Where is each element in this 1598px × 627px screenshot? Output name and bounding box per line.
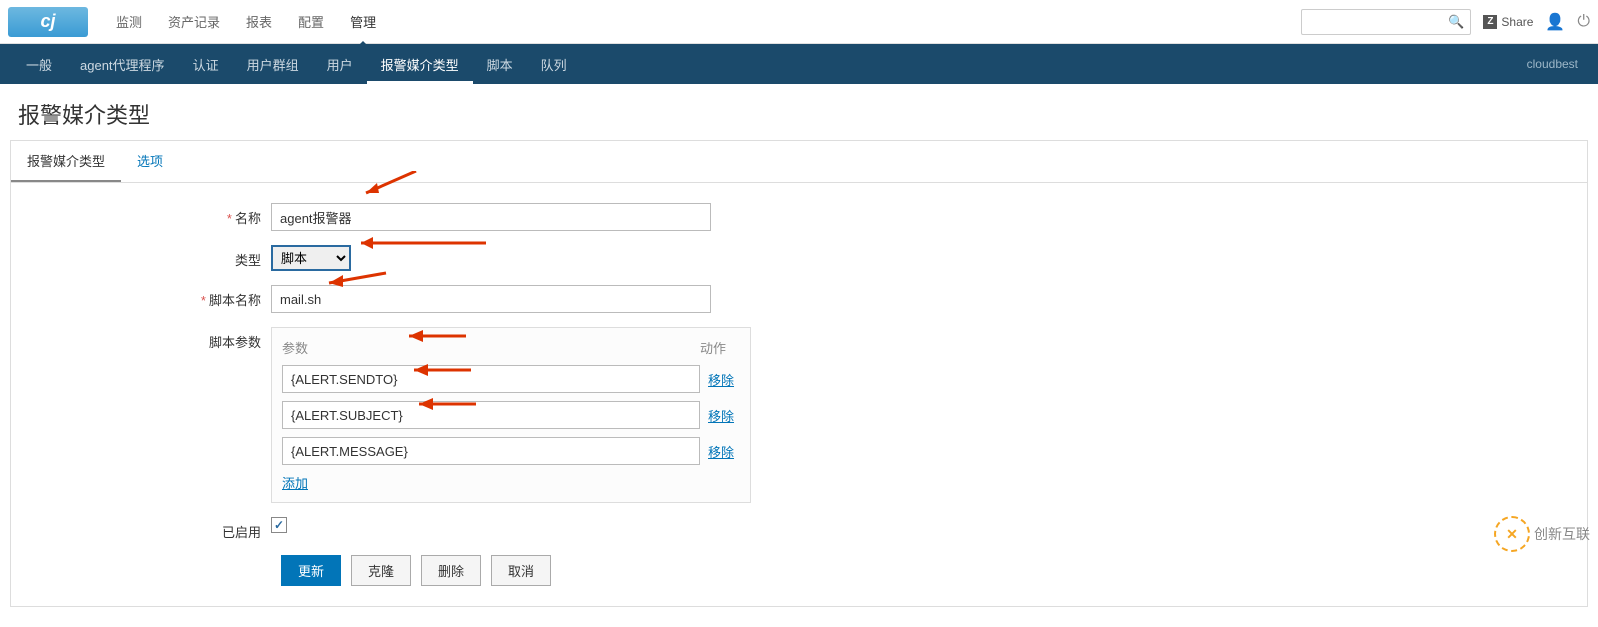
sub-nav-brand: cloudbest (1527, 57, 1586, 71)
top-bar: cj 监测 资产记录 报表 配置 管理 🔍 Z Share 👤 ⏻ (0, 0, 1598, 44)
params-box: 参数 动作 移除 移除 移除 添加 (271, 327, 751, 503)
label-scriptname: *脚本名称 (31, 285, 271, 309)
brand-corner-label: 创新互联 (1534, 524, 1590, 544)
top-nav-config[interactable]: 配置 (286, 2, 336, 41)
page-title: 报警媒介类型 (0, 84, 1598, 140)
param-row-1: 移除 (282, 401, 740, 429)
params-header: 参数 动作 (282, 338, 740, 357)
checkbox-enabled[interactable]: ✓ (271, 517, 287, 533)
label-params: 脚本参数 (31, 327, 271, 351)
sub-nav-scripts[interactable]: 脚本 (473, 45, 527, 84)
search-icon: 🔍 (1448, 14, 1464, 30)
param-remove-0[interactable]: 移除 (700, 370, 740, 389)
select-type[interactable]: 脚本 (271, 245, 351, 271)
row-scriptname: *脚本名称 (31, 285, 1567, 313)
brand-corner-icon: ✕ (1494, 516, 1530, 552)
power-icon[interactable]: ⏻ (1577, 13, 1590, 31)
search-input[interactable]: 🔍 (1301, 9, 1471, 35)
sub-nav-general[interactable]: 一般 (12, 45, 66, 84)
row-params: 脚本参数 参数 动作 移除 移除 移除 添加 (31, 327, 1567, 503)
label-type: 类型 (31, 245, 271, 269)
sub-nav-queue[interactable]: 队列 (527, 45, 581, 84)
param-add[interactable]: 添加 (282, 473, 740, 492)
sub-nav-agent[interactable]: agent代理程序 (66, 45, 179, 84)
top-nav-reports[interactable]: 报表 (234, 2, 284, 41)
logo: cj (8, 7, 88, 37)
top-nav-manage[interactable]: 管理 (338, 2, 388, 41)
param-row-0: 移除 (282, 365, 740, 393)
share-label: Share (1501, 15, 1533, 29)
label-enabled: 已启用 (31, 517, 271, 541)
row-name: *名称 (31, 203, 1567, 231)
sub-nav-mediatypes[interactable]: 报警媒介类型 (367, 45, 473, 84)
param-remove-2[interactable]: 移除 (700, 442, 740, 461)
tab-mediatype[interactable]: 报警媒介类型 (11, 141, 121, 182)
tabs: 报警媒介类型 选项 (11, 141, 1587, 183)
form-area: *名称 类型 脚本 *脚本名称 脚本参数 参数 动作 (11, 183, 1587, 606)
top-nav-monitor[interactable]: 监测 (104, 2, 154, 41)
param-input-2[interactable] (282, 437, 700, 465)
sub-nav: 一般 agent代理程序 认证 用户群组 用户 报警媒介类型 脚本 队列 clo… (0, 44, 1598, 84)
share-icon: Z (1483, 15, 1497, 29)
param-input-1[interactable] (282, 401, 700, 429)
sub-nav-usergroups[interactable]: 用户群组 (233, 45, 313, 84)
user-icon[interactable]: 👤 (1545, 12, 1565, 32)
content-box: 报警媒介类型 选项 *名称 类型 脚本 *脚本名称 脚本参数 参数 (10, 140, 1588, 607)
tab-options[interactable]: 选项 (121, 141, 179, 182)
input-name[interactable] (271, 203, 711, 231)
sub-nav-users[interactable]: 用户 (313, 45, 367, 84)
top-nav: 监测 资产记录 报表 配置 管理 (104, 2, 388, 41)
sub-nav-auth[interactable]: 认证 (179, 45, 233, 84)
top-nav-assets[interactable]: 资产记录 (156, 2, 232, 41)
input-scriptname[interactable] (271, 285, 711, 313)
row-type: 类型 脚本 (31, 245, 1567, 271)
param-remove-1[interactable]: 移除 (700, 406, 740, 425)
share-button[interactable]: Z Share (1483, 15, 1533, 29)
param-row-2: 移除 (282, 437, 740, 465)
top-right: 🔍 Z Share 👤 ⏻ (1301, 9, 1590, 35)
label-name: *名称 (31, 203, 271, 227)
params-header-action: 动作 (700, 338, 740, 357)
params-header-param: 参数 (282, 338, 700, 357)
brand-corner: ✕ 创新互联 (1486, 512, 1598, 556)
row-enabled: 已启用 ✓ (31, 517, 1567, 541)
param-input-0[interactable] (282, 365, 700, 393)
